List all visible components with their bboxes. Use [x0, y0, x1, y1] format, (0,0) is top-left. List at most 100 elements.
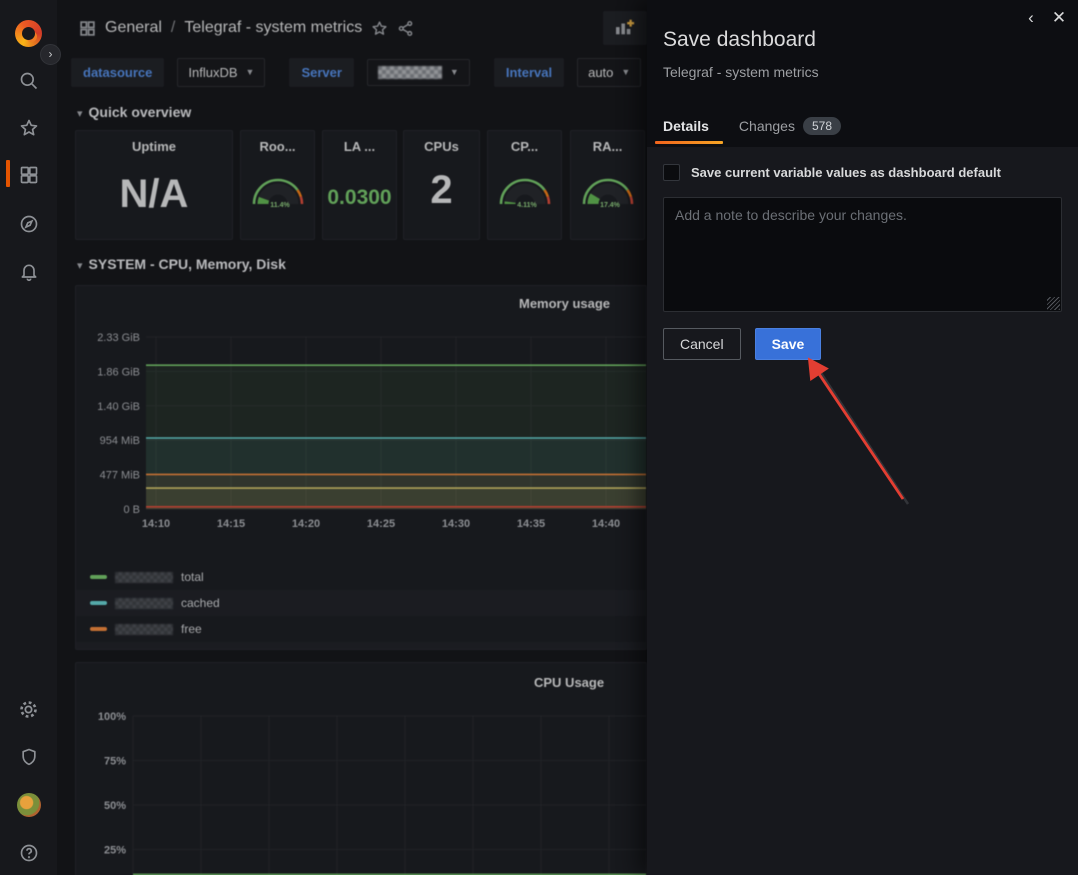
save-button[interactable]: Save — [755, 328, 822, 360]
svg-text:2.33 GiB: 2.33 GiB — [97, 332, 140, 344]
chevron-down-icon: ▼ — [450, 67, 459, 77]
grafana-app: › General / Telegraf - system metrics — [0, 0, 1078, 875]
redacted-hostname — [115, 598, 173, 609]
chevron-down-icon: ▾ — [77, 260, 83, 272]
cancel-button[interactable]: Cancel — [663, 328, 741, 360]
dashboard-grid-icon — [79, 20, 96, 37]
svg-text:14:25: 14:25 — [367, 518, 395, 530]
svg-text:25%: 25% — [104, 845, 126, 857]
gauge: 4.11% — [493, 168, 557, 210]
panel-cpu-usage[interactable]: CPU Usage 100% 75% 50% 25% — [75, 662, 647, 875]
svg-text:75%: 75% — [104, 756, 126, 768]
panel-uptime[interactable]: Uptime N/A — [75, 130, 233, 240]
panel-title: LA ... — [323, 139, 396, 154]
svg-text:4.11%: 4.11% — [517, 202, 537, 209]
stat-value: 2 — [404, 168, 479, 213]
explore-compass-icon[interactable] — [0, 204, 57, 244]
save-variables-checkbox[interactable] — [663, 164, 680, 181]
variable-label[interactable]: Server — [289, 58, 353, 87]
breadcrumb-folder[interactable]: General — [105, 19, 162, 37]
chevron-down-icon: ▼ — [621, 67, 630, 77]
share-dashboard-icon[interactable] — [397, 20, 414, 37]
panel-cpus[interactable]: CPUs 2 — [403, 130, 480, 240]
server-admin-shield-icon[interactable] — [0, 737, 57, 777]
svg-text:14:30: 14:30 — [442, 518, 470, 530]
legend-item-partial — [76, 642, 646, 650]
redacted-server-value — [378, 66, 442, 79]
svg-text:14:40: 14:40 — [592, 518, 620, 530]
tab-changes[interactable]: Changes 578 — [739, 117, 841, 145]
drawer-buttons: Cancel Save — [663, 328, 821, 360]
panel-memory-usage[interactable]: Memory usage 2.33 GiB1.86 GiB1.40 GiB954… — [75, 285, 647, 650]
legend-item-cached[interactable]: cached — [76, 590, 646, 616]
sidebar — [0, 0, 57, 875]
legend-metric-label: free — [181, 622, 202, 636]
dashboard-area: General / Telegraf - system metrics dat — [57, 0, 647, 875]
save-variables-row: Save current variable values as dashboar… — [663, 164, 1001, 181]
chevron-left-icon[interactable]: ‹ — [1020, 7, 1042, 29]
variable-label[interactable]: datasource — [71, 58, 164, 87]
note-textarea-wrap — [663, 197, 1062, 312]
legend-item-free[interactable]: free — [76, 616, 646, 642]
configuration-gear-icon[interactable] — [0, 689, 57, 729]
panel-title: RA... — [571, 139, 644, 154]
close-icon[interactable]: ✕ — [1048, 7, 1070, 29]
redacted-hostname — [115, 572, 173, 583]
save-variables-label: Save current variable values as dashboar… — [691, 165, 1001, 180]
panel-title: Uptime — [76, 139, 232, 154]
panel-title: Memory usage — [519, 296, 610, 311]
gauge: 17.4% — [576, 168, 640, 210]
svg-text:50%: 50% — [104, 800, 126, 812]
breadcrumb-separator: / — [171, 19, 175, 37]
panel-title: CPU Usage — [534, 675, 604, 690]
variable-datasource: datasource InfluxDB▼ — [71, 58, 265, 87]
svg-text:11.4%: 11.4% — [270, 202, 290, 209]
variable-value-dropdown[interactable]: auto▼ — [577, 58, 641, 87]
search-icon[interactable] — [0, 61, 57, 101]
variable-value-dropdown[interactable]: InfluxDB▼ — [177, 58, 265, 87]
star-dashboard-icon[interactable] — [371, 20, 388, 37]
legend-metric-label: cached — [181, 596, 220, 610]
add-panel-icon — [614, 19, 636, 37]
svg-text:14:35: 14:35 — [517, 518, 545, 530]
gauge: 11.4% — [246, 168, 310, 210]
breadcrumb-dashboard-title[interactable]: Telegraf - system metrics — [184, 19, 362, 37]
help-icon[interactable] — [0, 833, 57, 873]
cpu-usage-chart: 100% 75% 50% 25% — [76, 693, 647, 875]
svg-text:14:20: 14:20 — [292, 518, 320, 530]
note-textarea[interactable] — [663, 197, 1062, 312]
variable-server: Server ▼ — [289, 58, 469, 87]
chevron-down-icon: ▼ — [246, 67, 255, 77]
row-quick-overview[interactable]: ▾Quick overview — [77, 104, 191, 120]
add-panel-button[interactable] — [603, 11, 647, 45]
starred-dashboards-icon[interactable] — [0, 108, 57, 148]
panel-title: CP... — [488, 139, 561, 154]
svg-text:100%: 100% — [98, 711, 126, 723]
variable-value-dropdown[interactable]: ▼ — [367, 59, 470, 86]
svg-text:477 MiB: 477 MiB — [100, 470, 140, 482]
panel-root-gauge[interactable]: Roo... 11.4% — [240, 130, 315, 240]
svg-text:0 B: 0 B — [123, 504, 140, 516]
alerting-bell-icon[interactable] — [0, 252, 57, 292]
redacted-hostname — [115, 624, 173, 635]
tab-details[interactable]: Details — [663, 118, 709, 144]
expand-sidebar-button[interactable]: › — [40, 44, 61, 65]
legend-item-total[interactable]: total — [76, 564, 646, 590]
series-color-dash — [90, 627, 107, 631]
user-avatar[interactable] — [0, 785, 57, 825]
svg-text:17.4%: 17.4% — [600, 202, 621, 209]
row-system[interactable]: ▾SYSTEM - CPU, Memory, Disk — [77, 256, 286, 272]
panel-ram-gauge[interactable]: RA... 17.4% — [570, 130, 645, 240]
svg-text:1.86 GiB: 1.86 GiB — [97, 366, 140, 378]
panel-cpu-gauge[interactable]: CP... 4.11% — [487, 130, 562, 240]
dashboards-icon[interactable] — [0, 155, 57, 195]
chevron-down-icon: ▾ — [77, 108, 83, 120]
dashboard-topnav: General / Telegraf - system metrics — [57, 0, 647, 56]
changes-count-badge: 578 — [803, 117, 841, 135]
legend-metric-label: total — [181, 570, 204, 584]
save-dashboard-drawer: ‹ ✕ Save dashboard Telegraf - system met… — [647, 0, 1078, 875]
variable-label[interactable]: Interval — [494, 58, 564, 87]
stat-value: N/A — [76, 172, 232, 217]
panel-la[interactable]: LA ... 0.0300 — [322, 130, 397, 240]
template-variables-bar: datasource InfluxDB▼ Server ▼ Interval a… — [71, 56, 647, 88]
